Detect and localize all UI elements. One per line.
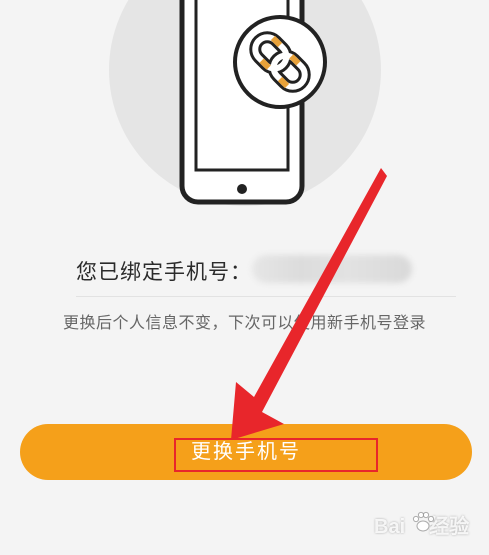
annotation-highlight-box	[174, 438, 378, 472]
phone-home-button	[237, 184, 247, 194]
change-hint-text: 更换后个人信息不变，下次可以使用新手机号登录	[62, 313, 426, 332]
bound-phone-row: 您已绑定手机号：	[0, 252, 489, 288]
baidu-watermark: Bai 经验	[368, 508, 480, 544]
phone-link-icon	[109, 0, 381, 206]
phone-number-masked	[252, 255, 412, 283]
divider	[76, 296, 456, 297]
bound-phone-label: 您已绑定手机号：	[76, 260, 252, 284]
paw-icon	[412, 511, 434, 532]
